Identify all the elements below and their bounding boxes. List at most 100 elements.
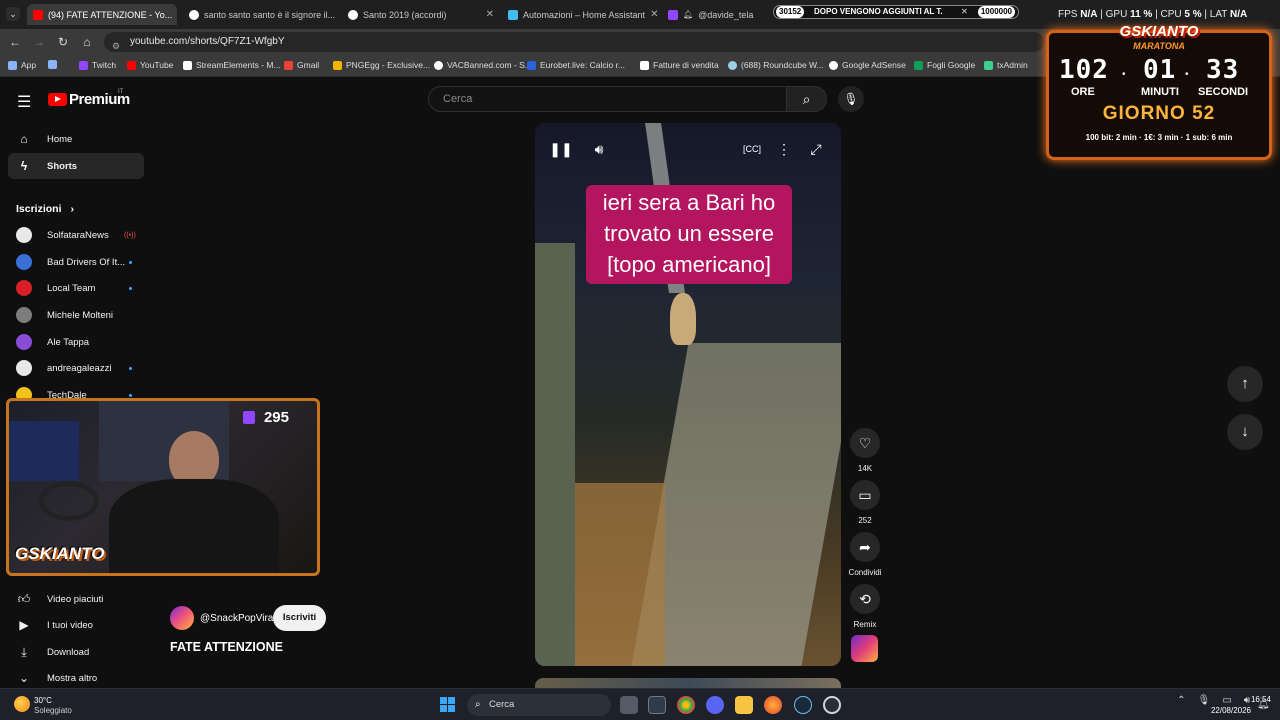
youtube-logo-icon[interactable] bbox=[48, 93, 67, 106]
bookmark-streamelements[interactable]: StreamElements - M... bbox=[183, 60, 281, 70]
sidebar-item-home[interactable]: ⌂ Home bbox=[8, 126, 144, 152]
comments-button[interactable]: ▭ 252 bbox=[848, 480, 882, 525]
subscription-item[interactable]: Bad Drivers Of It... bbox=[16, 252, 144, 272]
heart-icon: ♡ bbox=[850, 428, 880, 458]
bookmark-fatture[interactable]: Fatture di vendita bbox=[640, 60, 719, 70]
bookmark-pngegg[interactable]: PNGEgg - Exclusive... bbox=[333, 60, 430, 70]
next-short-preview[interactable] bbox=[535, 678, 841, 688]
bookmark-adsense[interactable]: Google AdSense bbox=[829, 60, 906, 70]
goal-target: 1000000 bbox=[977, 6, 1015, 18]
bookmark-label: PNGEgg - Exclusive... bbox=[346, 60, 431, 70]
subscription-item[interactable]: Local Team bbox=[16, 278, 144, 298]
bookmark-txadmin[interactable]: txAdmin bbox=[984, 60, 1028, 70]
tab-twitch[interactable]: 🔔︎ @davide_tela bbox=[662, 4, 772, 25]
file-explorer-icon[interactable] bbox=[735, 696, 753, 714]
channel-name[interactable]: @SnackPopViral bbox=[200, 613, 276, 624]
subscription-item[interactable]: Ale Tappa bbox=[16, 332, 144, 352]
bookmark-label: Gmail bbox=[297, 60, 320, 70]
sidebar-item-label: Video piaciuti bbox=[47, 593, 104, 605]
shorts-icon: ϟ bbox=[20, 159, 28, 173]
sidebar-item-your-videos[interactable]: ▶ I tuoi video bbox=[8, 612, 144, 638]
sidebar-item-label: Download bbox=[47, 646, 90, 658]
channel-avatar[interactable] bbox=[170, 606, 194, 630]
bookmark-label: txAdmin bbox=[997, 60, 1028, 70]
more-options-icon[interactable]: ⋮ bbox=[772, 137, 796, 161]
tab-youtube[interactable]: (94) FATE ATTENZIONE - Yo... 🔊︎ ✕ bbox=[27, 4, 177, 25]
play-square-icon: ▶ bbox=[19, 618, 29, 632]
search-button[interactable]: ⌕ bbox=[786, 86, 827, 112]
firefox-icon[interactable] bbox=[764, 696, 782, 714]
fullscreen-icon[interactable]: ⤢ bbox=[804, 137, 828, 161]
bookmark-vacbanned[interactable]: VACBanned.com - S... bbox=[434, 60, 532, 70]
timer-title: GSKIANTO bbox=[1119, 23, 1199, 40]
widgets-icon[interactable] bbox=[648, 696, 666, 714]
bookmark-gmail[interactable]: Gmail bbox=[284, 60, 319, 70]
share-icon: ➦ bbox=[850, 532, 880, 562]
microphone-icon[interactable]: 🎙︎ bbox=[1198, 695, 1211, 706]
tab-title: santo santo santo è il signore il... bbox=[204, 9, 335, 20]
obs-icon[interactable] bbox=[823, 696, 841, 714]
video-animal bbox=[670, 293, 696, 345]
subscription-item[interactable]: Michele Molteni bbox=[16, 305, 144, 325]
bookmark-grid[interactable] bbox=[48, 60, 57, 69]
channel-name: Michele Molteni bbox=[47, 309, 113, 321]
tab-search-button[interactable]: ⌄ bbox=[6, 7, 20, 21]
tab-santo-accordi[interactable]: Santo 2019 (accordi) ✕ bbox=[342, 4, 500, 25]
pause-icon[interactable]: ❚❚ bbox=[549, 137, 573, 161]
tray-expand-icon[interactable]: ⌃ bbox=[1177, 695, 1185, 706]
home-icon[interactable]: ⌂ bbox=[79, 34, 95, 50]
taskbar-search[interactable]: ⌕ Cerca bbox=[467, 694, 611, 716]
close-tab-icon[interactable]: ✕ bbox=[650, 9, 658, 20]
site-info-icon[interactable]: ⚙ bbox=[112, 36, 120, 56]
webcam-steering-wheel bbox=[39, 481, 99, 521]
next-short-button[interactable]: ↓ bbox=[1227, 414, 1263, 450]
tab-home-assistant[interactable]: Automazioni – Home Assistant ✕ bbox=[502, 4, 660, 25]
remix-button[interactable]: ⟲ Remix bbox=[848, 584, 882, 629]
sidebar-item-shorts[interactable]: ϟ Shorts bbox=[8, 153, 144, 179]
chrome-icon[interactable] bbox=[677, 696, 695, 714]
search-input[interactable]: Cerca bbox=[428, 86, 787, 112]
tab-santo[interactable]: santo santo santo è il signore il... ✕ bbox=[183, 4, 335, 25]
subscription-item[interactable]: andreagaleazzi bbox=[16, 358, 144, 378]
subscription-item[interactable]: SolfataraNews ((•)) bbox=[16, 225, 144, 245]
task-view-icon[interactable] bbox=[620, 696, 638, 714]
video-floor bbox=[575, 483, 665, 666]
subscriptions-heading[interactable]: Iscrizioni › bbox=[16, 203, 74, 215]
bookmark-label: Fatture di vendita bbox=[653, 60, 719, 70]
steam-icon[interactable] bbox=[794, 696, 812, 714]
weather-description[interactable]: Soleggiato bbox=[34, 706, 72, 715]
channel-avatar bbox=[16, 307, 32, 323]
bookmark-twitch[interactable]: Twitch bbox=[79, 60, 116, 70]
bookmark-youtube[interactable]: YouTube bbox=[127, 60, 173, 70]
share-button[interactable]: ➦ Condividi bbox=[848, 532, 882, 577]
twitch-icon bbox=[243, 411, 255, 424]
weather-temperature[interactable]: 30°C bbox=[34, 696, 52, 705]
windows-start-icon[interactable] bbox=[440, 697, 456, 713]
previous-short-button[interactable]: ↑ bbox=[1227, 366, 1263, 402]
bookmark-fogli[interactable]: Fogli Google bbox=[914, 60, 975, 70]
notifications-icon[interactable]: 🔔︎ bbox=[1257, 699, 1270, 710]
discord-icon[interactable] bbox=[706, 696, 724, 714]
google-favicon-icon bbox=[189, 9, 199, 20]
bookmark-roundcube[interactable]: (688) Roundcube W... bbox=[728, 60, 824, 70]
close-tab-icon[interactable]: ✕ bbox=[486, 9, 494, 20]
sidebar-item-download[interactable]: ⤓ Download bbox=[8, 639, 144, 665]
address-bar[interactable]: ⚙ youtube.com/shorts/QF7Z1-WfgbY bbox=[104, 32, 1044, 52]
reload-icon[interactable]: ↻ bbox=[55, 34, 71, 50]
search-placeholder: Cerca bbox=[443, 93, 473, 105]
sidebar-item-liked-videos[interactable]: 👍︎ Video piaciuti bbox=[8, 586, 144, 612]
weather-sun-icon[interactable] bbox=[14, 696, 30, 712]
volume-icon[interactable]: 🔊︎ bbox=[587, 137, 611, 161]
voice-search-button[interactable]: 🎙︎ bbox=[838, 86, 864, 112]
back-icon[interactable]: ← bbox=[7, 34, 23, 50]
tab-title: Automazioni – Home Assistant bbox=[523, 9, 646, 20]
bookmark-eurobet[interactable]: Eurobet.live: Calcio r... bbox=[527, 60, 625, 70]
clock-date[interactable]: 22/08/2026 bbox=[1206, 706, 1251, 715]
subscribe-button[interactable]: Iscriviti bbox=[273, 605, 326, 631]
hamburger-menu-icon[interactable]: ☰ bbox=[17, 92, 31, 112]
audio-source-thumbnail[interactable] bbox=[851, 635, 878, 662]
like-button[interactable]: ♡ 14K bbox=[848, 428, 882, 473]
captions-icon[interactable]: [CC] bbox=[740, 137, 764, 161]
forward-icon[interactable]: → bbox=[31, 34, 47, 50]
bookmark-apps[interactable]: App bbox=[8, 60, 36, 70]
